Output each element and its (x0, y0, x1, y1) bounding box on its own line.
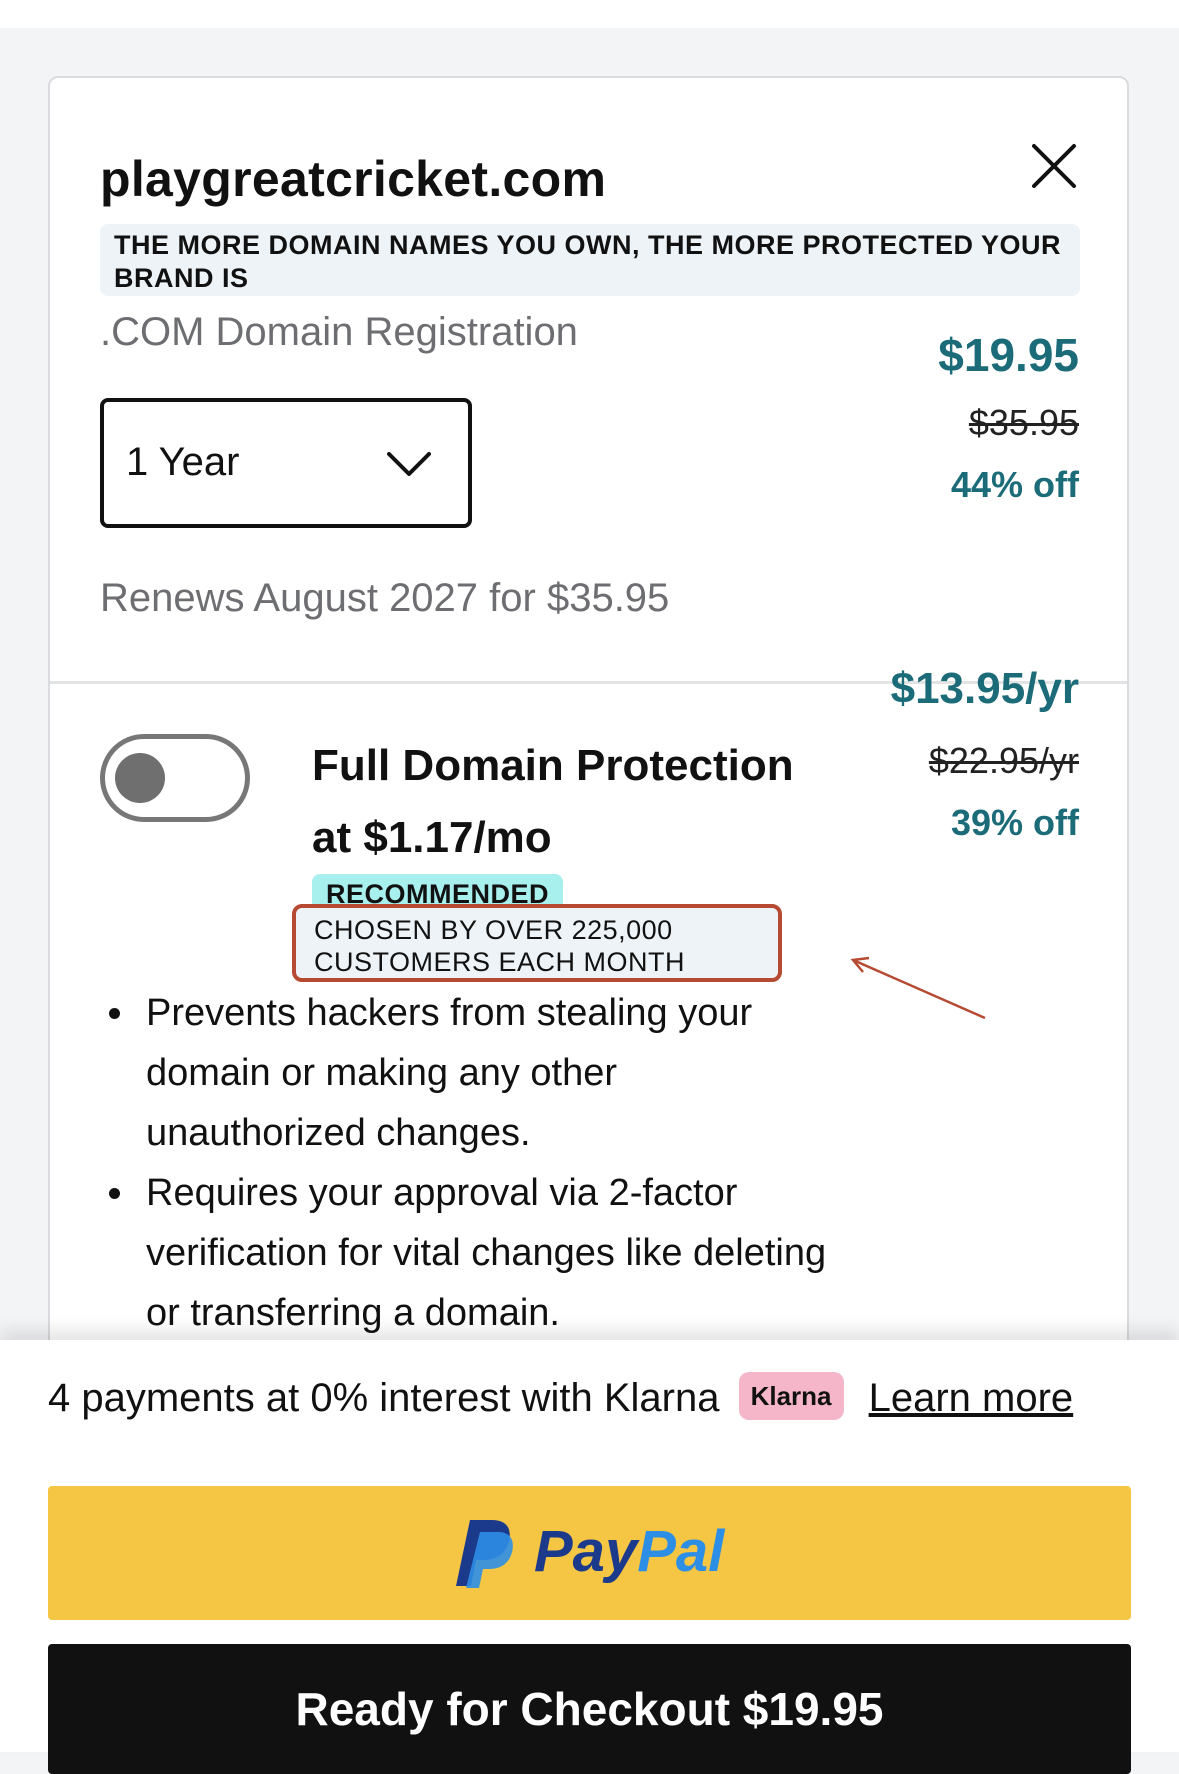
checkout-panel: 4 payments at 0% interest with Klarna Kl… (0, 1340, 1179, 1774)
benefit-item: Prevents hackers from stealing your doma… (138, 983, 838, 1163)
domain-discount: 44% off (950, 464, 1079, 505)
checkout-button[interactable]: Ready for Checkout $19.95 (48, 1644, 1131, 1774)
paypal-word-pal: Pal (637, 1519, 725, 1584)
protection-benefits: Prevents hackers from stealing your doma… (88, 983, 838, 1343)
chevron-down-icon (387, 452, 431, 476)
paypal-button[interactable]: PayPal (48, 1486, 1131, 1620)
protection-title-line1: Full Domain Protection (312, 741, 794, 790)
domain-name: playgreatcricket.com (100, 151, 607, 207)
close-button[interactable] (1022, 134, 1086, 198)
paypal-logo-icon (456, 1520, 513, 1588)
chosen-by-line1: CHOSEN BY OVER 225,000 (314, 915, 673, 945)
product-label: .COM Domain Registration (100, 310, 578, 354)
paypal-word-pay: Pay (534, 1519, 638, 1584)
promo-banner: THE MORE DOMAIN NAMES YOU OWN, THE MORE … (100, 224, 1080, 296)
klarna-logo: Klarna (738, 1372, 844, 1421)
protection-title: Full Domain Protection at $1.17/mo (312, 730, 794, 874)
benefit-item: Requires your approval via 2-factor veri… (138, 1163, 838, 1343)
paypal-wordmark: PayPal (534, 1518, 724, 1585)
annotation-arrow (850, 956, 986, 1020)
chosen-by-line2: CUSTOMERS EACH MONTH (314, 947, 686, 977)
protection-price: $13.95/yr (890, 664, 1079, 713)
status-area (0, 0, 1179, 28)
learn-more-link[interactable]: Learn more (869, 1376, 1074, 1420)
chosen-by-badge: CHOSEN BY OVER 225,000 CUSTOMERS EACH MO… (292, 904, 782, 982)
domain-original-price: $35.95 (968, 402, 1079, 443)
protection-discount: 39% off (950, 802, 1079, 843)
klarna-row: 4 payments at 0% interest with Klarna Kl… (48, 1372, 1074, 1424)
term-value: 1 Year (126, 440, 240, 484)
term-dropdown[interactable]: 1 Year (100, 398, 472, 528)
close-icon (1032, 144, 1076, 188)
renewal-text: Renews August 2027 for $35.95 (100, 576, 670, 620)
klarna-text: 4 payments at 0% interest with Klarna (48, 1376, 720, 1420)
toggle-knob (115, 753, 165, 803)
protection-toggle[interactable] (100, 734, 250, 822)
protection-title-line2: at $1.17/mo (312, 813, 552, 862)
domain-price: $19.95 (938, 329, 1079, 381)
protection-original-price: $22.95/yr (928, 740, 1079, 781)
